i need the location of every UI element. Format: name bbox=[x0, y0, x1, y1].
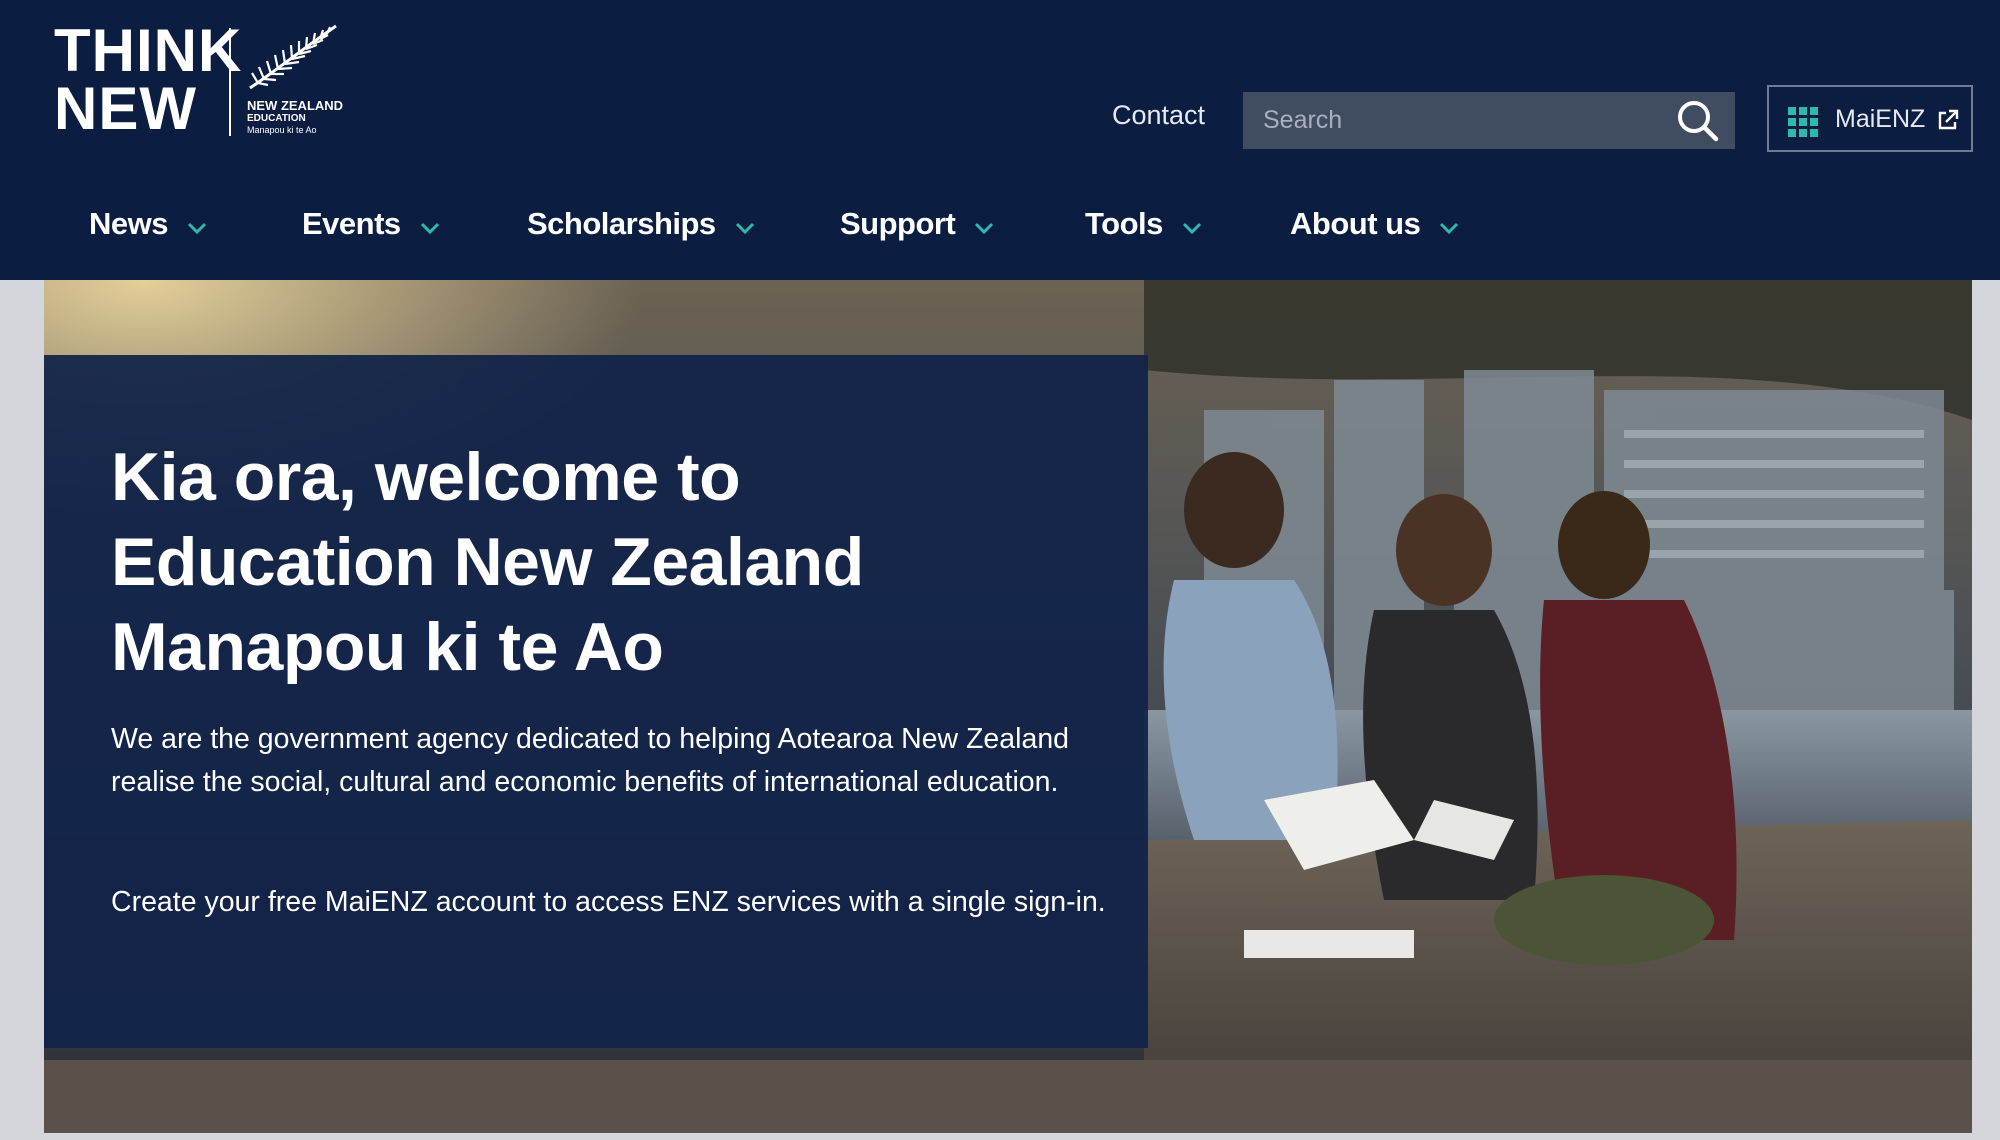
chevron-down-icon bbox=[735, 222, 754, 235]
nav-item-label: About us bbox=[1290, 206, 1421, 241]
nav-item-tools[interactable]: Tools bbox=[1085, 196, 1203, 252]
nav-item-scholarships[interactable]: Scholarships bbox=[527, 196, 756, 252]
hero-panel: Kia ora, welcome to Education New Zealan… bbox=[44, 355, 1148, 1048]
silver-fern-icon bbox=[249, 24, 337, 90]
chevron-down-icon bbox=[975, 222, 994, 235]
hero-title-line: Education New Zealand bbox=[111, 524, 864, 600]
hero-maienz-text: Create your free MaiENZ account to acces… bbox=[111, 886, 1106, 918]
main-nav: News Events Scholarships Support Tools A… bbox=[0, 196, 1600, 252]
external-link-icon bbox=[1938, 109, 1959, 130]
search-box bbox=[1243, 92, 1735, 149]
contact-link[interactable]: Contact bbox=[1112, 100, 1205, 131]
logo-new: NEW bbox=[54, 75, 197, 142]
maienz-label: MaiENZ bbox=[1835, 105, 1926, 133]
chevron-down-icon bbox=[187, 222, 207, 235]
chevron-down-icon bbox=[1440, 222, 1459, 235]
hero-title-line: Kia ora, welcome to bbox=[111, 439, 741, 515]
search-input[interactable] bbox=[1243, 92, 1663, 149]
nav-item-label: Tools bbox=[1085, 206, 1163, 241]
hero-title-line: Manapou ki te Ao bbox=[111, 609, 664, 685]
logo-divider bbox=[229, 28, 231, 136]
hero-banner: Kia ora, welcome to Education New Zealan… bbox=[44, 280, 1972, 1133]
site-logo[interactable]: THINK NEW NEW ZEALAND EDUCATION Manapou … bbox=[54, 17, 354, 142]
nav-item-label: Support bbox=[840, 206, 956, 241]
maienz-button[interactable]: MaiENZ bbox=[1767, 85, 1973, 152]
hero-title: Kia ora, welcome to Education New Zealan… bbox=[111, 435, 1111, 690]
nav-item-label: Scholarships bbox=[527, 206, 716, 241]
search-button[interactable] bbox=[1675, 98, 1721, 144]
nav-item-about-us[interactable]: About us bbox=[1290, 196, 1460, 252]
nav-item-events[interactable]: Events bbox=[302, 196, 441, 252]
nav-item-support[interactable]: Support bbox=[840, 196, 995, 252]
nav-item-label: Events bbox=[302, 206, 401, 241]
logo-org-maori-name: Manapou ki te Ao bbox=[247, 125, 317, 135]
logo-think: THINK bbox=[54, 17, 243, 84]
chevron-down-icon bbox=[420, 222, 439, 235]
logo-org-education: EDUCATION bbox=[247, 113, 306, 124]
logo-org-name: NEW ZEALAND bbox=[247, 98, 344, 113]
nav-item-label: News bbox=[89, 206, 168, 241]
grid-icon bbox=[1788, 107, 1818, 137]
chevron-down-icon bbox=[1182, 222, 1201, 235]
nav-item-news[interactable]: News bbox=[89, 196, 208, 252]
site-header: THINK NEW NEW ZEALAND EDUCATION Manapou … bbox=[0, 0, 2000, 280]
hero-intro-text: We are the government agency dedicated t… bbox=[111, 723, 1070, 798]
search-icon bbox=[1678, 101, 1719, 142]
